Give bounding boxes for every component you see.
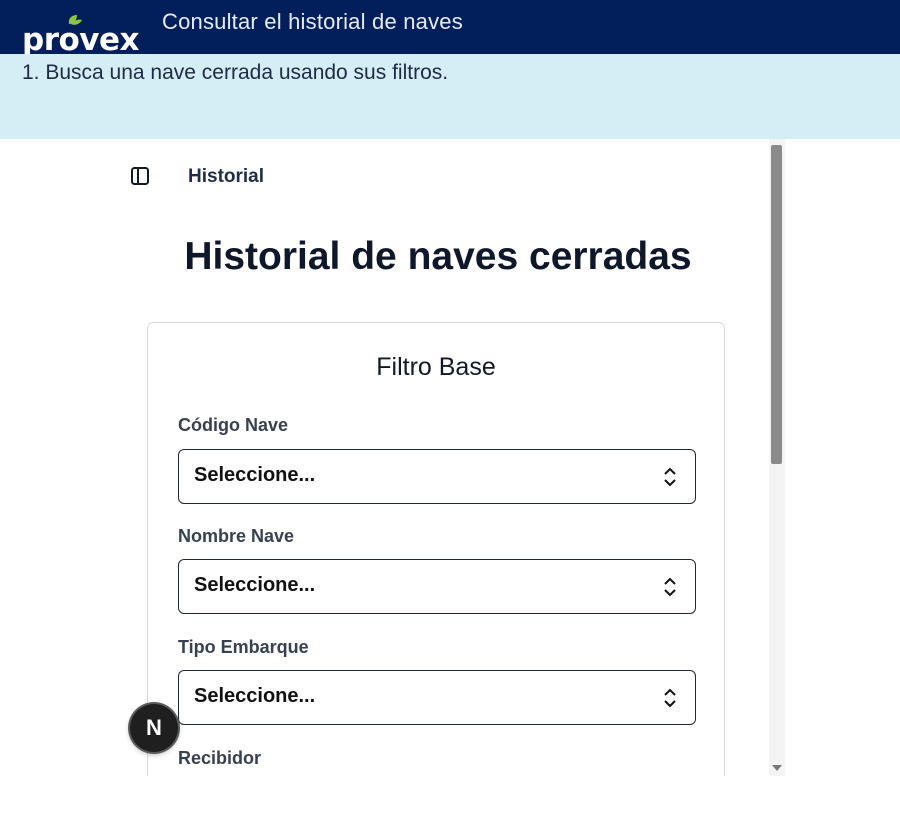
instruction-text: 1. Busca una nave cerrada usando sus fil… [22, 61, 449, 84]
next-dev-badge[interactable]: N [130, 704, 178, 752]
select-value: Seleccione... [194, 574, 316, 596]
sidebar-panel-icon[interactable] [130, 166, 150, 186]
scrollbar-thumb[interactable] [771, 145, 782, 464]
recibidor-label: Recibidor [178, 748, 262, 768]
provex-logo: provex [22, 15, 140, 56]
nombre-nave-label: Nombre Nave [178, 526, 295, 546]
tipo-embarque-label: Tipo Embarque [178, 637, 309, 657]
svg-text:provex: provex [22, 22, 140, 56]
app-screenshot: Historial Historial de naves cerradas Fi… [113, 139, 785, 776]
scrollbar[interactable] [769, 139, 785, 776]
codigo-nave-select[interactable]: Seleccione... [178, 449, 696, 504]
app-page-title: Historial de naves cerradas [184, 235, 692, 278]
app-header: Historial [113, 139, 769, 209]
nombre-nave-select[interactable]: Seleccione... [178, 559, 696, 614]
select-value: Seleccione... [194, 685, 316, 707]
instruction-banner: 1. Busca una nave cerrada usando sus fil… [0, 54, 900, 139]
chevron-up-down-icon [664, 577, 676, 597]
top-bar: provex Consultar el historial de naves [0, 0, 900, 56]
breadcrumb[interactable]: Historial [188, 166, 264, 188]
page-heading: Consultar el historial de naves [162, 9, 463, 34]
filter-card-title: Filtro Base [376, 353, 496, 381]
select-value: Seleccione... [194, 464, 316, 486]
chevron-up-down-icon [664, 688, 676, 708]
scroll-down-arrow-icon[interactable] [771, 762, 783, 774]
codigo-nave-label: Código Nave [178, 415, 289, 435]
filter-card: Filtro Base Código Nave Seleccione... No… [147, 322, 725, 776]
tipo-embarque-select[interactable]: Seleccione... [178, 670, 696, 725]
chevron-up-down-icon [664, 467, 676, 487]
